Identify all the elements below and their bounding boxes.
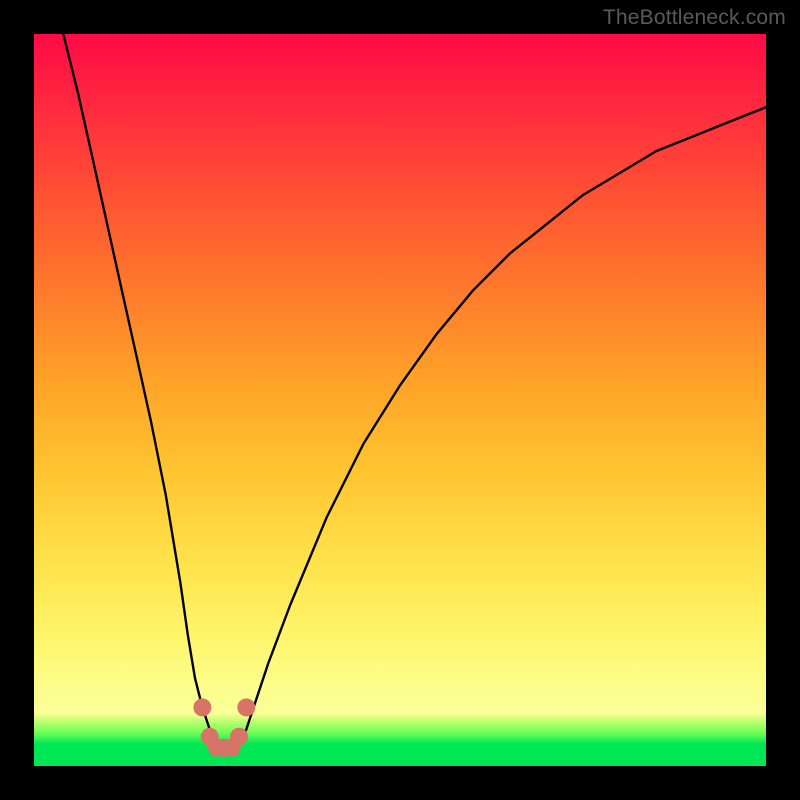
curve-marker xyxy=(230,728,248,746)
watermark-text: TheBottleneck.com xyxy=(603,6,786,30)
curve-marker xyxy=(237,698,255,716)
curve-layer xyxy=(34,34,766,766)
chart-frame: TheBottleneck.com xyxy=(0,0,800,800)
bottleneck-curve xyxy=(63,34,766,751)
curve-marker xyxy=(193,698,211,716)
plot-area xyxy=(34,34,766,766)
